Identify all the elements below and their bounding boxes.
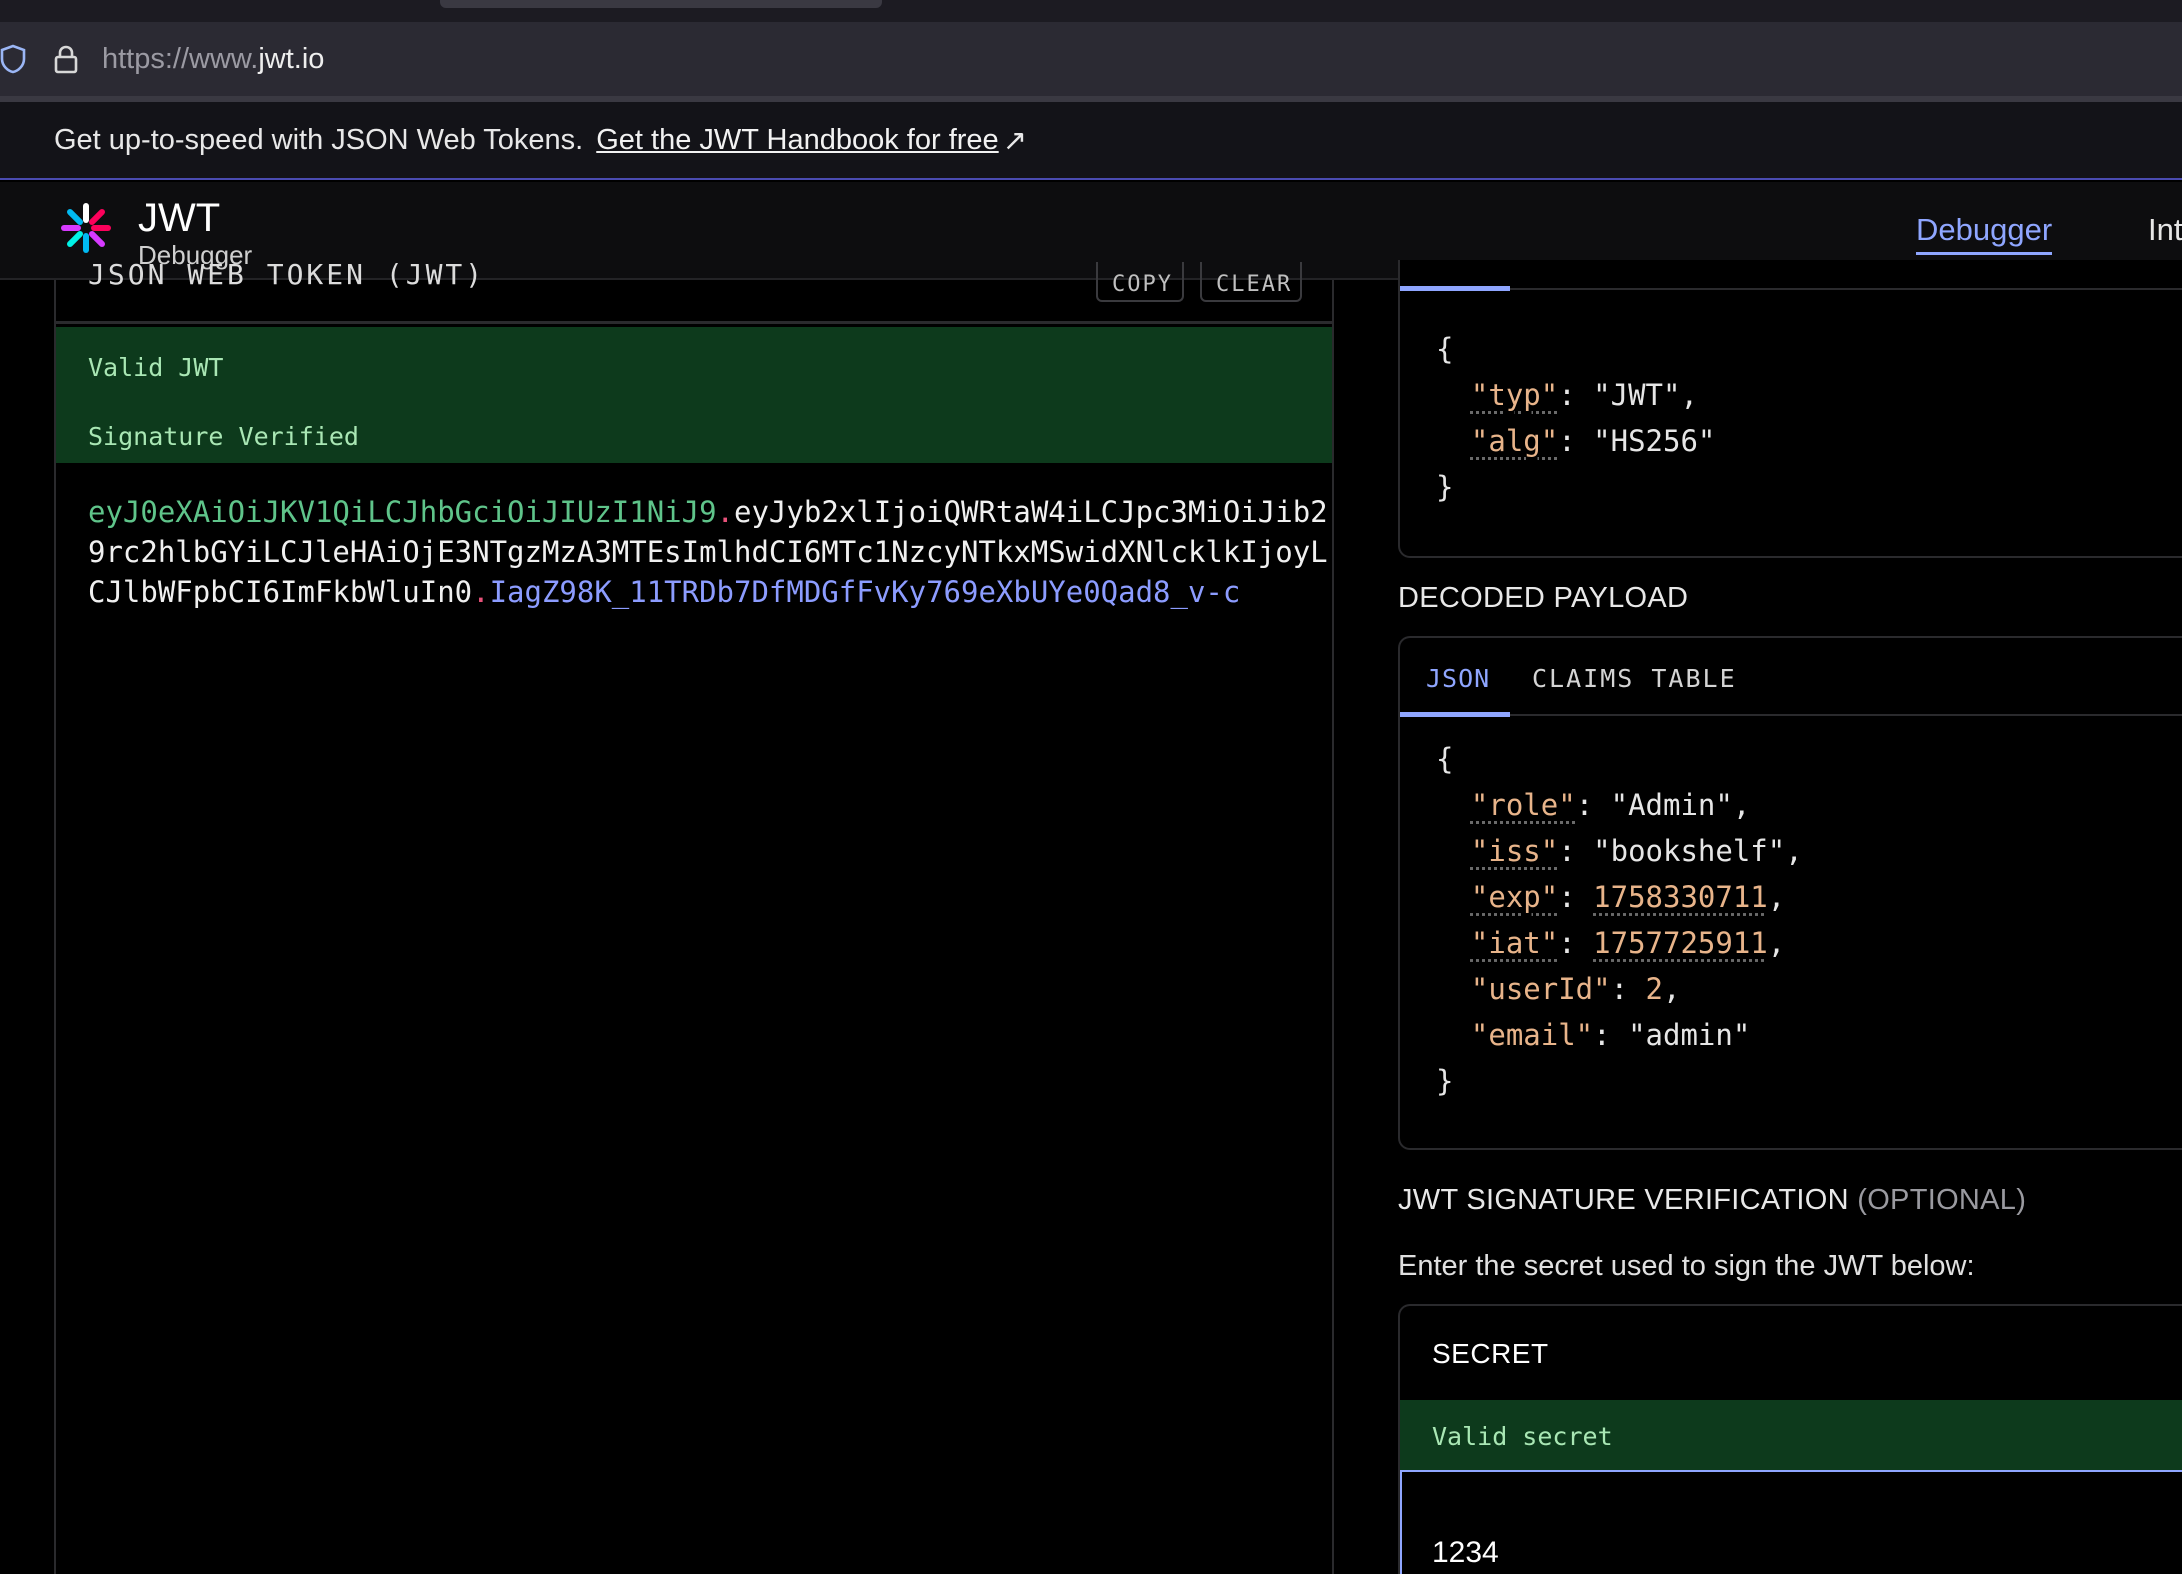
shield-icon[interactable] [0, 44, 26, 74]
tab-json[interactable]: JSON [1426, 664, 1490, 693]
valid-jwt-status: Valid JWT [88, 353, 224, 382]
token-signature-segment: IagZ98K_11TRDb7DfMDGfFvKy769eXbUYe0Qad8_… [489, 575, 1241, 609]
json-value: "HS256" [1593, 424, 1716, 458]
decoded-header-box: { "typ": "JWT", "alg": "HS256" } [1398, 260, 2182, 558]
decoded-header-tabs [1400, 260, 2182, 290]
banner-text: Get up-to-speed with JSON Web Tokens. [54, 123, 584, 156]
json-brace: { [1436, 332, 1454, 366]
json-timestamp-value[interactable]: 1758330711 [1593, 880, 1768, 914]
nav-active-indicator [1916, 252, 2052, 255]
handbook-link[interactable]: Get the JWT Handbook for free [596, 124, 998, 157]
copy-button[interactable]: COPY [1096, 262, 1184, 302]
token-header-segment: eyJ0eXAiOiJKV1QiLCJhbGciOiJIUzI1NiJ9 [88, 495, 717, 529]
decoded-column: { "typ": "JWT", "alg": "HS256" } DECODED… [1398, 260, 2182, 1574]
clear-button[interactable]: CLEAR [1200, 262, 1302, 302]
json-timestamp-value[interactable]: 1757725911 [1593, 926, 1768, 960]
external-link-icon: ↗ [1002, 124, 1027, 157]
json-key[interactable]: "iat" [1471, 926, 1558, 960]
encoded-panel-header: JSON WEB TOKEN (JWT) COPY CLEAR [56, 258, 1332, 324]
json-key[interactable]: "iss" [1471, 834, 1558, 868]
json-value: "bookshelf" [1593, 834, 1786, 868]
token-payload-segment: eyJyb2xlIjoiQWRtaW4iLCJpc3MiOiJib2 [734, 495, 1328, 529]
decoded-payload-json[interactable]: { "role": "Admin", "iss": "bookshelf", "… [1436, 736, 1803, 1104]
jwt-logo-icon[interactable] [60, 202, 112, 254]
json-brace: } [1436, 470, 1454, 504]
json-brace: { [1436, 742, 1454, 776]
announcement-banner: Get up-to-speed with JSON Web Tokens. Ge… [0, 102, 2182, 180]
token-dot: . [716, 495, 735, 529]
token-dot: . [472, 575, 490, 609]
url-prefix: https://www. [102, 42, 259, 75]
token-status-box: Valid JWT Signature Verified [56, 327, 1332, 463]
secret-input[interactable] [1400, 1470, 2182, 1574]
address-bar[interactable]: https://www.jwt.io [0, 22, 2182, 96]
nav-next-item[interactable]: Int [2148, 212, 2182, 248]
json-key[interactable]: "typ" [1471, 378, 1558, 412]
active-tab-indicator [1400, 286, 1510, 291]
json-value: 2 [1645, 972, 1663, 1006]
payload-tabs: JSON CLAIMS TABLE [1400, 638, 2182, 717]
optional-tag: (OPTIONAL) [1857, 1184, 2027, 1216]
signature-verified-status: Signature Verified [88, 422, 359, 451]
active-tab-indicator [1400, 712, 1510, 717]
tab-claims-table[interactable]: CLAIMS TABLE [1532, 664, 1737, 693]
tab-scroll-indicator[interactable] [440, 0, 882, 8]
browser-tabstrip [0, 0, 2182, 22]
json-key: "email" [1470, 1018, 1594, 1052]
json-key: "userId" [1470, 972, 1611, 1006]
json-key[interactable]: "alg" [1471, 424, 1558, 458]
decoded-payload-box: JSON CLAIMS TABLE { "role": "Admin", "is… [1398, 636, 2182, 1150]
token-payload-segment: CJlbWFpbCI6ImFkbWluIn0 [88, 575, 473, 609]
json-key[interactable]: "exp" [1471, 880, 1558, 914]
encoded-panel-title: JSON WEB TOKEN (JWT) [88, 258, 486, 291]
url-domain: jwt.io [258, 42, 325, 75]
secret-title: SECRET [1432, 1338, 1549, 1369]
json-brace: } [1436, 1064, 1454, 1098]
token-payload-segment: 9rc2hlbGYiLCJleHAiOjE3NTgzMzA3MTEsImlhdC… [88, 535, 1328, 569]
secret-box: SECRET Valid secret [1398, 1304, 2182, 1574]
json-key[interactable]: "role" [1471, 788, 1576, 822]
secret-description: Enter the secret used to sign the JWT be… [1398, 1250, 1975, 1282]
signature-verification-label: JWT SIGNATURE VERIFICATION (OPTIONAL) [1398, 1184, 2026, 1217]
json-value: "admin" [1628, 1018, 1751, 1052]
brand-title[interactable]: JWT [138, 196, 220, 241]
nav-debugger[interactable]: Debugger [1916, 212, 2052, 248]
json-value: "Admin" [1610, 788, 1733, 822]
decoded-header-json[interactable]: { "typ": "JWT", "alg": "HS256" } [1436, 326, 1715, 510]
encoded-token-panel: JSON WEB TOKEN (JWT) COPY CLEAR Valid JW… [54, 258, 1334, 1574]
encoded-token-textarea[interactable]: eyJ0eXAiOiJKV1QiLCJhbGciOiJIUzI1NiJ9.eyJ… [88, 492, 1328, 612]
secret-status-box: Valid secret [1400, 1400, 2182, 1470]
json-value: "JWT" [1593, 378, 1681, 412]
url-text[interactable]: https://www.jwt.io [102, 43, 324, 76]
lock-icon[interactable] [52, 44, 80, 74]
decoded-payload-label: DECODED PAYLOAD [1398, 582, 1689, 614]
signature-verification-title: JWT SIGNATURE VERIFICATION [1398, 1184, 1849, 1216]
valid-secret-status: Valid secret [1432, 1422, 1613, 1451]
